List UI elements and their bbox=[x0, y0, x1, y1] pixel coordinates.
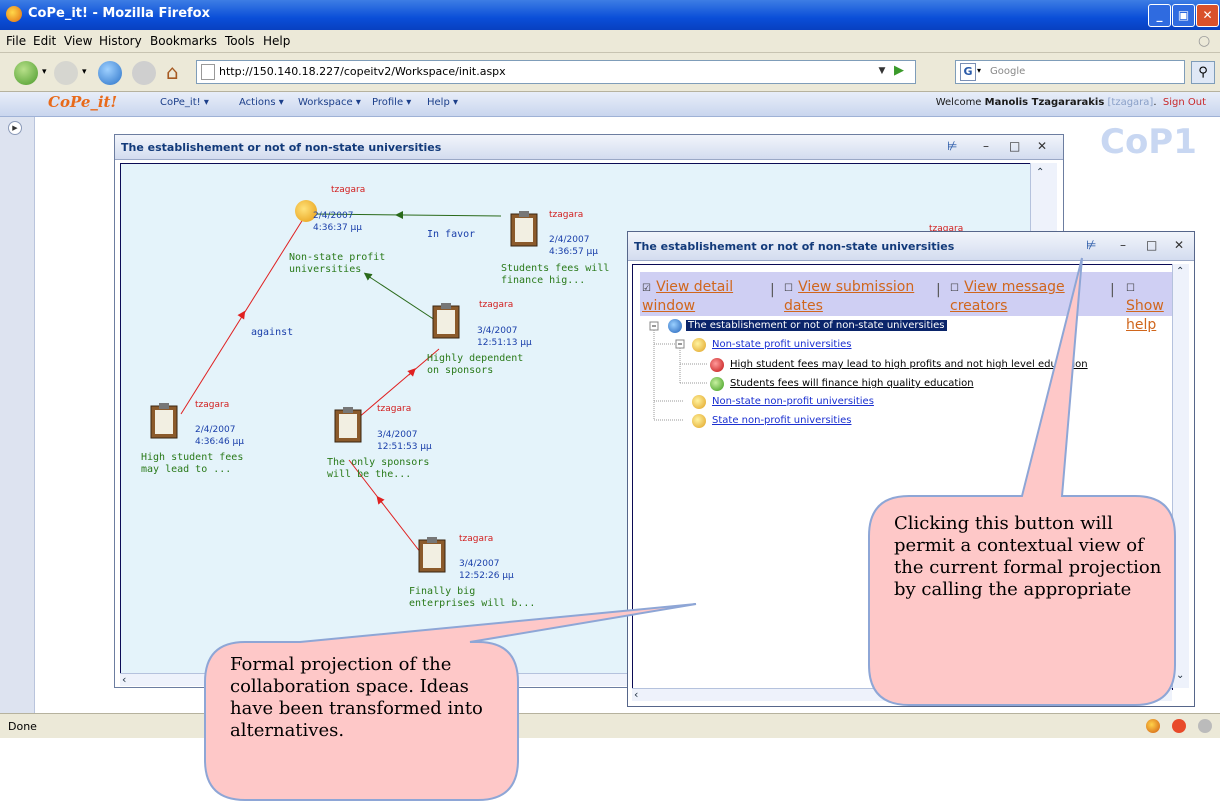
right-callout-text: Clicking this button will permit a conte… bbox=[894, 513, 1162, 600]
left-callout-text: Formal projection of the collaboration s… bbox=[230, 654, 483, 741]
